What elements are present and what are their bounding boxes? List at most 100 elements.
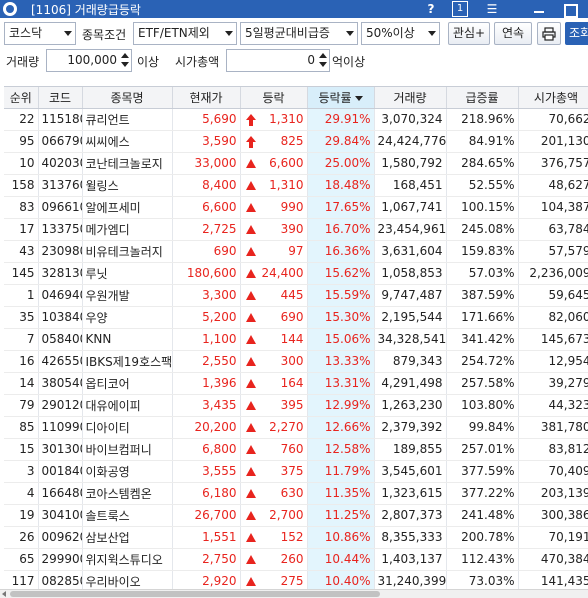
code-cell: 299900	[38, 548, 83, 571]
up-triangle-icon	[245, 201, 257, 215]
print-button[interactable]	[537, 22, 561, 45]
stock-name-cell[interactable]: 우원개발	[82, 284, 173, 307]
scrollbar-thumb[interactable]	[10, 591, 380, 597]
table-row[interactable]: 22115180큐리언트 5,690 1,31029.91%3,070,324218…	[4, 108, 588, 131]
rate-cell: 18.48%	[307, 174, 375, 197]
stock-name-cell[interactable]: 삼보산업	[82, 526, 173, 549]
stock-name-cell[interactable]: 옵티코어	[82, 372, 173, 395]
scroll-left-icon[interactable]	[2, 591, 6, 597]
rank-cell: 17	[4, 218, 39, 241]
stock-name-cell[interactable]: 이화공영	[82, 460, 173, 483]
column-header-rank[interactable]: 순위	[4, 87, 39, 109]
marketcap-cell: 82,060	[518, 306, 588, 329]
marketcap-suffix: 억이상	[332, 55, 366, 69]
stock-name-cell[interactable]: KNN	[82, 328, 173, 351]
table-row[interactable]: 4166480코아스템켐온 6,180 63011.35%1,323,615377.…	[4, 482, 588, 505]
table-row[interactable]: 145328130루닛 180,600 24,40015.62%1,058,8535…	[4, 262, 588, 285]
volume-input[interactable]: 100,000	[46, 49, 132, 72]
stock-name-cell[interactable]: 대유에이피	[82, 394, 173, 417]
surge-cell: 171.66%	[446, 306, 519, 329]
stock-name-cell[interactable]: 메가엠디	[82, 218, 173, 241]
up-triangle-icon	[245, 355, 257, 369]
stock-name-cell[interactable]: 솔트룩스	[82, 504, 173, 527]
help-button[interactable]: ?	[424, 1, 438, 17]
table-row[interactable]: 14380540옵티코어 1,396 16413.31%4,291,498257.5…	[4, 372, 588, 395]
table-row[interactable]: 79290120대유에이피 3,435 39512.99%1,263,230103.…	[4, 394, 588, 417]
minimize-icon[interactable]	[531, 1, 547, 17]
change-value: 24,400	[261, 266, 304, 280]
stock-name-cell[interactable]: 위지윅스튜디오	[82, 548, 173, 571]
table-row[interactable]: 7058400KNN 1,100 14415.06%34,328,541341.42…	[4, 328, 588, 351]
table-row[interactable]: 3001840이화공영 3,555 37511.79%3,545,601377.59…	[4, 460, 588, 483]
screen-number-button[interactable]: 1	[452, 1, 468, 17]
column-header-name[interactable]: 종목명	[82, 87, 173, 109]
table-row[interactable]: 1046940우원개발 3,300 44515.59%9,747,487387.59…	[4, 284, 588, 307]
volume-cell: 2,807,373	[374, 504, 447, 527]
stock-name-cell[interactable]: IBKS제19호스팩	[82, 350, 173, 373]
table-row[interactable]: 117082850우리바이오 2,920 27510.40%31,240,39973…	[4, 570, 588, 590]
up-triangle-icon	[245, 421, 257, 435]
change-cell: 164	[240, 372, 308, 395]
watchlist-add-button[interactable]: 관심+	[448, 22, 490, 45]
stock-name-cell[interactable]: 알에프세미	[82, 196, 173, 219]
table-row[interactable]: 158313760윌링스 8,400 1,31018.48%168,45152.55…	[4, 174, 588, 197]
stock-name-cell[interactable]: 코아스템켐온	[82, 482, 173, 505]
continuous-button[interactable]: 연속	[494, 22, 532, 45]
column-header-rate[interactable]: 등락률	[307, 87, 375, 109]
table-row[interactable]: 19304100솔트룩스 26,700 2,70011.25%2,807,37324…	[4, 504, 588, 527]
surge-cell: 103.80%	[446, 394, 519, 417]
rate-cell: 15.30%	[307, 306, 375, 329]
table-row[interactable]: 16426550IBKS제19호스팩2,550 30013.33%879,3432…	[4, 350, 588, 373]
table-row[interactable]: 26009620삼보산업 1,551 15210.86%8,355,333200.7…	[4, 526, 588, 549]
surge-cell: 245.08%	[446, 218, 519, 241]
stock-name-cell[interactable]: 우양	[82, 306, 173, 329]
column-header-mcap[interactable]: 시가총액	[518, 87, 588, 109]
threshold-select-value: 50%이상	[366, 26, 415, 40]
threshold-select[interactable]: 50%이상	[361, 22, 440, 45]
change-cell: 825	[240, 130, 308, 153]
period-select[interactable]: 5일평균대비급증	[240, 22, 358, 45]
menu-icon[interactable]: ☰	[484, 1, 500, 17]
column-header-code[interactable]: 코드	[38, 87, 83, 109]
column-header-change[interactable]: 등락	[240, 87, 308, 109]
column-header-price[interactable]: 현재가	[172, 87, 241, 109]
stock-name-cell[interactable]: 윌링스	[82, 174, 173, 197]
stock-name-cell[interactable]: 디아이티	[82, 416, 173, 439]
table-row[interactable]: 83096610알에프세미 6,600 99017.65%1,067,741100.…	[4, 196, 588, 219]
table-row[interactable]: 95066790씨씨에스 3,590 82529.84%24,424,77684.9…	[4, 130, 588, 153]
column-header-surge[interactable]: 급증률	[446, 87, 519, 109]
stock-name-cell[interactable]: 우리바이오	[82, 570, 173, 590]
change-value: 690	[280, 310, 304, 324]
table-row[interactable]: 10402030코난테크놀로지 33,000 6,60025.00%1,580,79…	[4, 152, 588, 175]
marketcap-input[interactable]: 0	[226, 49, 330, 72]
marketcap-cell: 70,191	[518, 526, 588, 549]
stock-name-cell[interactable]: 코난테크놀로지	[82, 152, 173, 175]
stock-name-cell[interactable]: 큐리언트	[82, 108, 173, 131]
query-button[interactable]: 조회	[565, 22, 588, 45]
up-triangle-icon	[245, 311, 257, 325]
price-cell: 3,435	[172, 394, 241, 417]
marketcap-stepper-icon[interactable]	[319, 53, 327, 68]
rank-cell: 15	[4, 438, 39, 461]
horizontal-scrollbar[interactable]	[0, 589, 588, 598]
change-cell: 690	[240, 306, 308, 329]
table-row[interactable]: 65299900위지윅스튜디오 2,750 26010.44%1,403,13711…	[4, 548, 588, 571]
column-header-volume[interactable]: 거래량	[374, 87, 447, 109]
volume-stepper-icon[interactable]	[121, 53, 129, 68]
stock-name-cell[interactable]: 바이브컴퍼니	[82, 438, 173, 461]
table-row[interactable]: 85110990디아이티 20,200 2,27012.66%2,379,39299…	[4, 416, 588, 439]
table-row[interactable]: 15301300바이브컴퍼니 6,800 76012.58%189,855257.0…	[4, 438, 588, 461]
stock-name-cell[interactable]: 씨씨에스	[82, 130, 173, 153]
change-value: 144	[280, 332, 304, 346]
condition-select[interactable]: ETF/ETN제외	[133, 22, 237, 45]
stock-name-cell[interactable]: 루닛	[82, 262, 173, 285]
table-row[interactable]: 43230980비유테크놀러지 690 9716.36%3,631,604159.8…	[4, 240, 588, 263]
table-row[interactable]: 17133750메가엠디 2,725 39016.70%23,454,961245.…	[4, 218, 588, 241]
marketcap-cell: 12,954	[518, 350, 588, 373]
stock-name-cell[interactable]: 비유테크놀러지	[82, 240, 173, 263]
table-row[interactable]: 35103840우양 5,200 69015.30%2,195,544171.66%…	[4, 306, 588, 329]
maximize-icon[interactable]	[562, 1, 578, 18]
change-value: 760	[280, 442, 304, 456]
market-select[interactable]: 코스닥	[4, 22, 76, 45]
price-cell: 5,200	[172, 306, 241, 329]
